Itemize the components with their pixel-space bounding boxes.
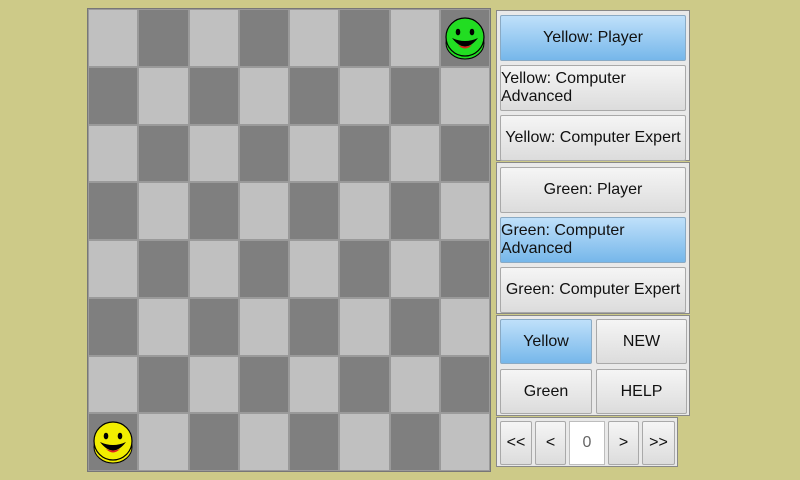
board-square[interactable] [88, 124, 139, 183]
board-square[interactable] [389, 297, 440, 356]
board-square[interactable] [238, 182, 289, 240]
yellow-player-panel: Yellow: Player Yellow: Computer Advanced… [496, 10, 690, 161]
board-square[interactable] [238, 66, 289, 125]
first-move-button[interactable]: << [500, 421, 532, 465]
board-square[interactable] [339, 124, 390, 183]
board-square[interactable] [88, 413, 139, 471]
board-square[interactable] [289, 124, 340, 183]
board-square[interactable] [339, 355, 390, 414]
board-square[interactable] [339, 240, 390, 298]
board-square[interactable] [238, 124, 289, 183]
control-panel: Yellow NEW Green HELP [496, 315, 690, 416]
board-square[interactable] [188, 9, 239, 67]
board-square[interactable] [238, 413, 289, 471]
green-player-button[interactable]: Green: Player [500, 167, 686, 213]
board-square[interactable] [289, 240, 340, 298]
board-square[interactable] [289, 297, 340, 356]
board-square[interactable] [289, 355, 340, 414]
board-square[interactable] [439, 66, 490, 125]
board-square[interactable] [389, 355, 440, 414]
board-square[interactable] [138, 240, 189, 298]
board-square[interactable] [88, 240, 139, 298]
board-square[interactable] [289, 66, 340, 125]
board-square[interactable] [439, 297, 490, 356]
new-game-button[interactable]: NEW [596, 319, 687, 364]
board-square[interactable] [188, 240, 239, 298]
board-square[interactable] [339, 297, 390, 356]
board-square[interactable] [138, 66, 189, 125]
yellow-turn-button[interactable]: Yellow [500, 319, 592, 364]
board-square[interactable] [138, 124, 189, 183]
board-square[interactable] [339, 66, 390, 125]
board-square[interactable] [88, 66, 139, 125]
yellow-computer-advanced-button[interactable]: Yellow: Computer Advanced [500, 65, 686, 111]
board-square[interactable] [188, 355, 239, 414]
move-counter: 0 [569, 421, 605, 465]
board-square[interactable] [188, 297, 239, 356]
board-square[interactable] [238, 297, 289, 356]
board-square[interactable] [439, 182, 490, 240]
yellow-piece-smiley-face-icon[interactable] [92, 419, 134, 465]
previous-move-button[interactable]: < [535, 421, 566, 465]
board-square[interactable] [439, 9, 490, 67]
board-square[interactable] [88, 9, 139, 67]
green-computer-expert-button[interactable]: Green: Computer Expert [500, 267, 686, 313]
board-square[interactable] [289, 9, 340, 67]
board-square[interactable] [188, 413, 239, 471]
board-square[interactable] [389, 9, 440, 67]
board-square[interactable] [439, 124, 490, 183]
last-move-button[interactable]: >> [642, 421, 675, 465]
green-turn-button[interactable]: Green [500, 369, 592, 414]
board-square[interactable] [439, 413, 490, 471]
board-square[interactable] [138, 413, 189, 471]
board-square[interactable] [389, 413, 440, 471]
help-button[interactable]: HELP [596, 369, 687, 414]
board-square[interactable] [138, 182, 189, 240]
board-square[interactable] [238, 9, 289, 67]
board-square[interactable] [289, 413, 340, 471]
next-move-button[interactable]: > [608, 421, 639, 465]
board-square[interactable] [138, 355, 189, 414]
board-square[interactable] [389, 66, 440, 125]
board-square[interactable] [188, 182, 239, 240]
board-square[interactable] [389, 124, 440, 183]
board-square[interactable] [138, 297, 189, 356]
green-player-panel: Green: Player Green: Computer Advanced G… [496, 162, 690, 314]
board-square[interactable] [339, 9, 390, 67]
game-board[interactable] [87, 8, 491, 472]
board-square[interactable] [188, 124, 239, 183]
board-square[interactable] [188, 66, 239, 125]
board-square[interactable] [238, 355, 289, 414]
yellow-computer-expert-button[interactable]: Yellow: Computer Expert [500, 115, 686, 161]
green-computer-advanced-button[interactable]: Green: Computer Advanced [500, 217, 686, 263]
move-navigation-panel: << < 0 > >> [496, 417, 678, 467]
board-square[interactable] [138, 9, 189, 67]
board-square[interactable] [389, 240, 440, 298]
board-square[interactable] [439, 355, 490, 414]
board-square[interactable] [339, 182, 390, 240]
board-square[interactable] [339, 413, 390, 471]
green-piece-smiley-face-icon[interactable] [444, 15, 486, 61]
board-square[interactable] [238, 240, 289, 298]
board-square[interactable] [389, 182, 440, 240]
yellow-player-button[interactable]: Yellow: Player [500, 15, 686, 61]
board-square[interactable] [88, 297, 139, 356]
board-square[interactable] [289, 182, 340, 240]
board-square[interactable] [88, 182, 139, 240]
board-square[interactable] [88, 355, 139, 414]
board-square[interactable] [439, 240, 490, 298]
